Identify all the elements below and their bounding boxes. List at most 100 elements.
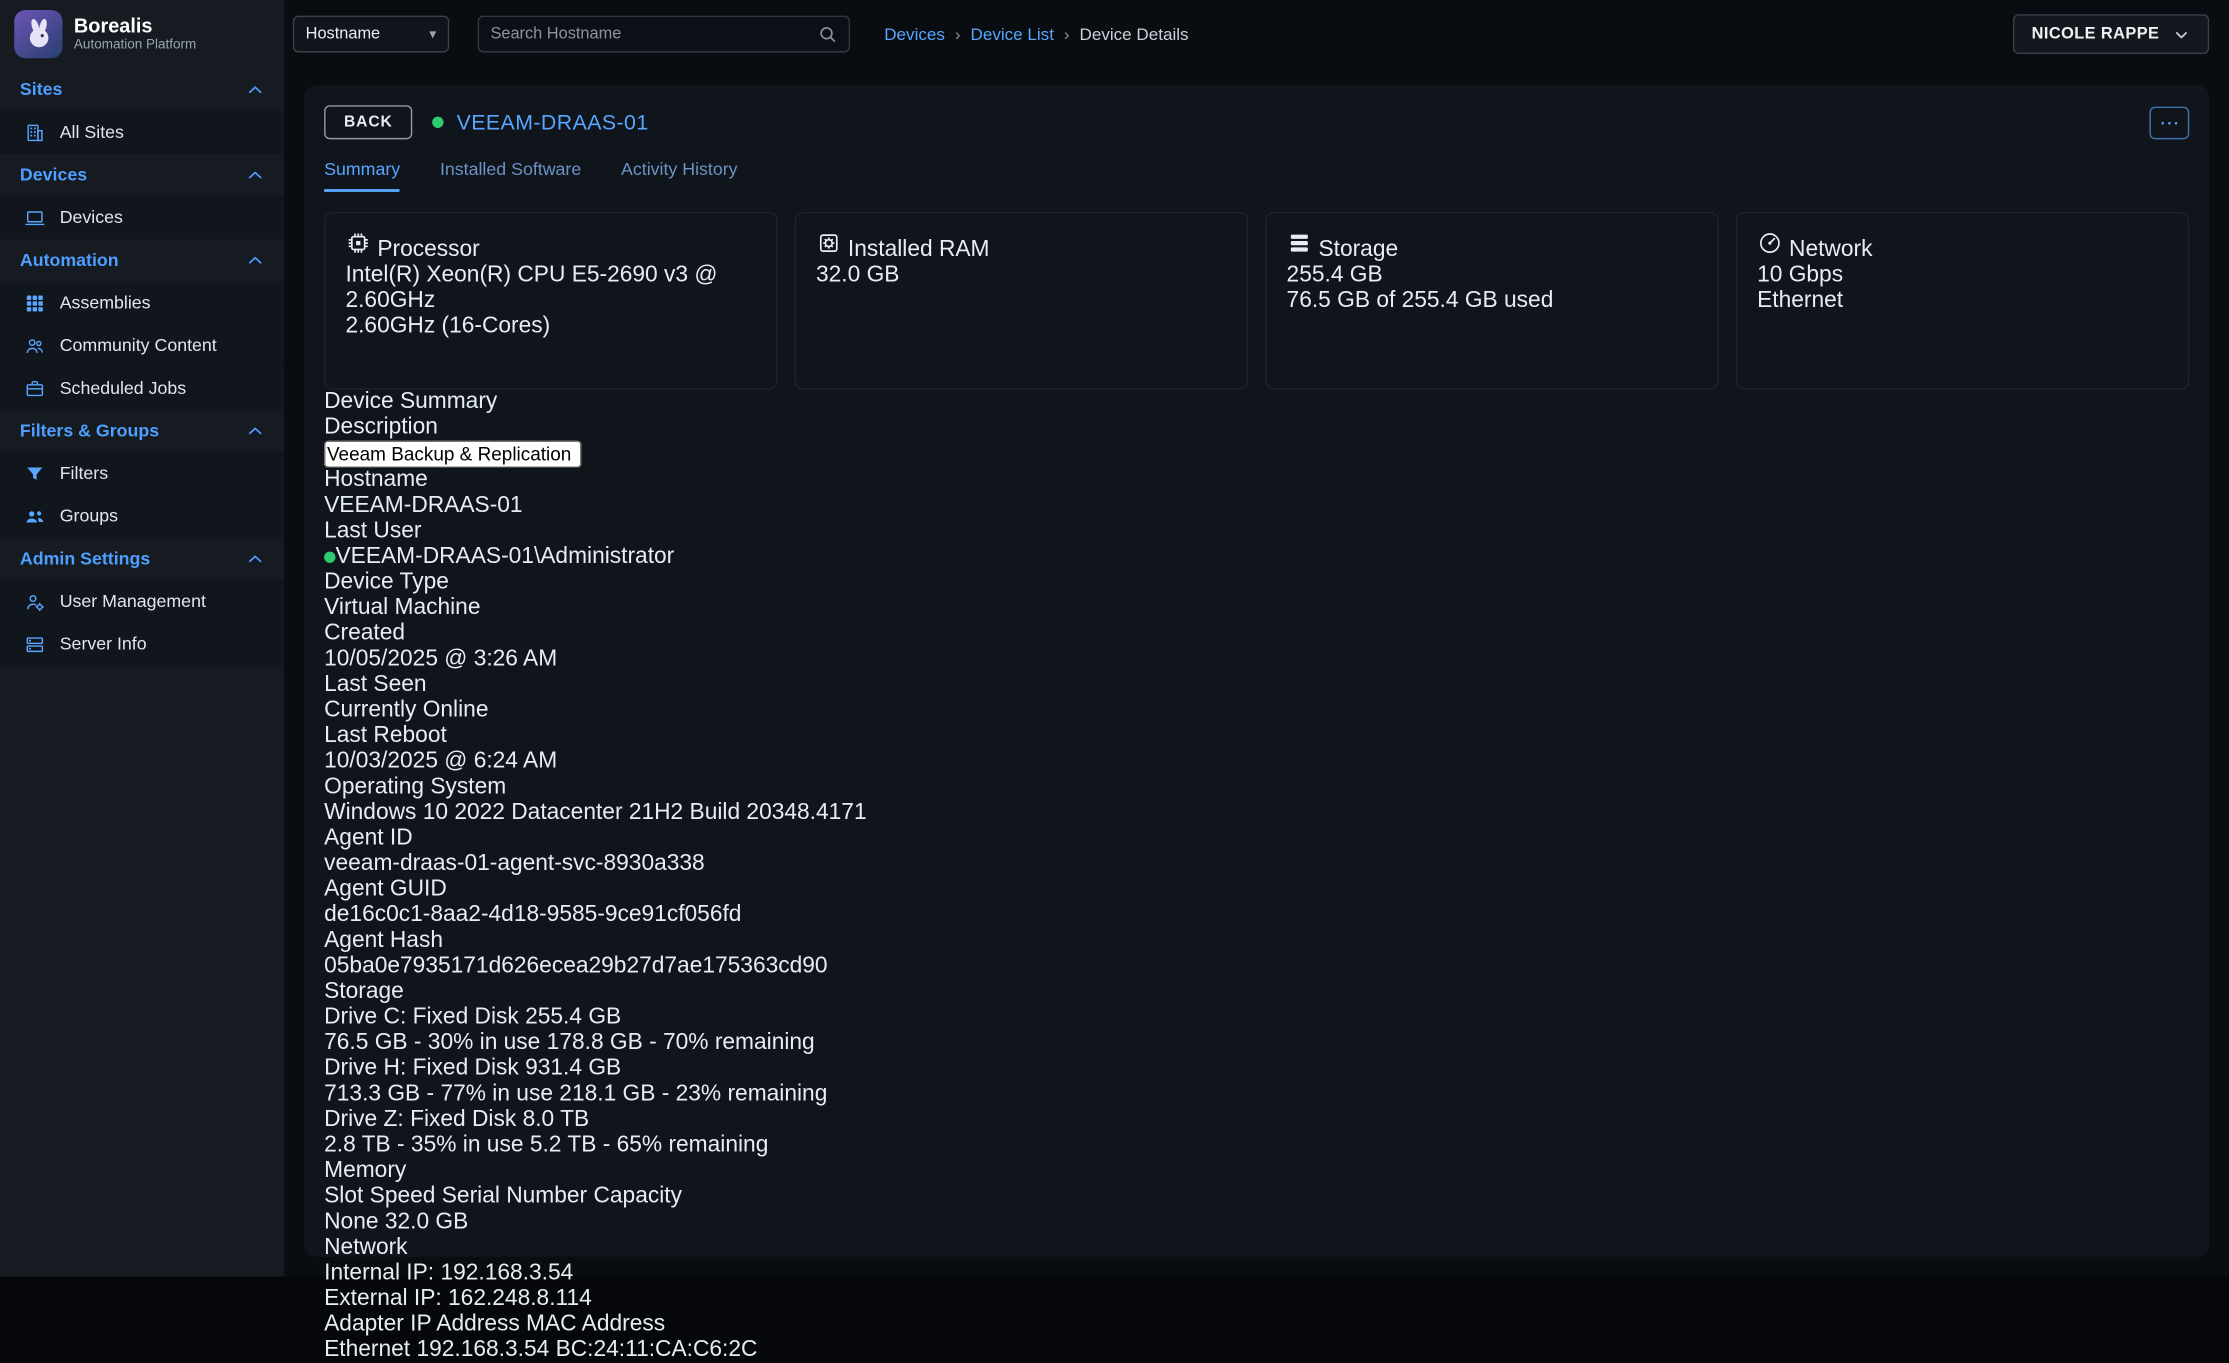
ram-chip-icon	[816, 237, 848, 261]
storage-panel: Storage Drive C: Fixed Disk 255.4 GB 76.…	[324, 979, 2189, 1158]
row-last-reboot: Last Reboot 10/03/2025 @ 6:24 AM	[324, 724, 2189, 775]
funnel-icon	[23, 463, 46, 484]
brand-name: Borealis	[74, 15, 196, 37]
external-ip: External IP: 162.248.8.114	[324, 1287, 2189, 1313]
search-box	[478, 16, 850, 53]
breadcrumb-device-list[interactable]: Device List	[971, 24, 1054, 44]
stat-cards: Processor Intel(R) Xeon(R) CPU E5-2690 v…	[324, 212, 2189, 390]
network-panel-title: Network	[324, 1235, 2189, 1261]
drive-c: Drive C: Fixed Disk 255.4 GB 76.5 GB - 3…	[324, 1005, 2189, 1056]
row-agent-hash: Agent Hash 05ba0e7935171d626ecea29b27d7a…	[324, 928, 2189, 979]
stat-card-storage: Storage 255.4 GB 76.5 GB of 255.4 GB use…	[1265, 212, 1718, 390]
processor-value: Intel(R) Xeon(R) CPU E5-2690 v3 @ 2.60GH…	[345, 263, 756, 314]
server-icon	[23, 633, 46, 654]
more-actions-button[interactable]: ⋯	[2149, 106, 2189, 139]
sidebar-section-devices[interactable]: Devices	[0, 154, 284, 197]
stat-card-processor: Processor Intel(R) Xeon(R) CPU E5-2690 v…	[324, 212, 777, 390]
network-table-header: Adapter IP Address MAC Address	[324, 1312, 2189, 1338]
chevron-up-icon	[246, 251, 264, 269]
row-operating-system: Operating System Windows 10 2022 Datacen…	[324, 775, 2189, 826]
device-details-panel: BACK VEEAM-DRAAS-01 ⋯ Summary Installed …	[304, 85, 2209, 1256]
user-gear-icon	[23, 591, 46, 612]
sidebar-section-automation[interactable]: Automation	[0, 239, 284, 282]
chevron-up-icon	[246, 166, 264, 184]
community-icon	[23, 335, 46, 356]
chevron-down-icon	[2172, 25, 2190, 43]
row-device-type: Device Type Virtual Machine	[324, 570, 2189, 621]
memory-table-header: Slot Speed Serial Number Capacity	[324, 1184, 2189, 1210]
sidebar-section-sites[interactable]: Sites	[0, 68, 284, 111]
breadcrumb: Devices › Device List › Device Details	[884, 24, 1188, 44]
right-column: Memory Slot Speed Serial Number Capacity…	[324, 1159, 2189, 1363]
online-dot	[432, 117, 443, 128]
assemblies-icon	[23, 292, 46, 313]
sidebar-item-devices[interactable]: Devices	[0, 196, 284, 239]
briefcase-icon	[23, 377, 46, 398]
storage-value: 255.4 GB	[1287, 263, 1698, 289]
breadcrumb-devices[interactable]: Devices	[884, 24, 945, 44]
row-last-seen: Last Seen Currently Online	[324, 672, 2189, 723]
memory-table-row: None 32.0 GB	[324, 1210, 2189, 1236]
row-agent-id: Agent ID veeam-draas-01-agent-svc-8930a3…	[324, 826, 2189, 877]
tab-installed-software[interactable]: Installed Software	[440, 159, 581, 192]
sidebar-item-community-content[interactable]: Community Content	[0, 324, 284, 367]
back-button[interactable]: BACK	[324, 105, 412, 139]
drive-z: Drive Z: Fixed Disk 8.0 TB 2.8 TB - 35% …	[324, 1107, 2189, 1158]
network-subtitle: Ethernet	[1757, 289, 2168, 315]
chevron-up-icon	[246, 422, 264, 440]
search-icon[interactable]	[817, 24, 837, 44]
devices-icon	[23, 207, 46, 228]
sidebar-section-filters-groups[interactable]: Filters & Groups	[0, 409, 284, 452]
memory-panel: Memory Slot Speed Serial Number Capacity…	[324, 1159, 2189, 1236]
brand-subtitle: Automation Platform	[74, 37, 196, 53]
network-value: 10 Gbps	[1757, 263, 2168, 289]
device-summary-panel: Device Summary Description Hostname VEEA…	[324, 390, 2189, 980]
sidebar-section-admin-settings[interactable]: Admin Settings	[0, 537, 284, 580]
chevron-up-icon	[246, 549, 264, 567]
brand: Borealis Automation Platform	[0, 0, 284, 68]
description-input[interactable]	[324, 441, 581, 468]
device-summary-title: Device Summary	[324, 390, 2189, 416]
sidebar-item-groups[interactable]: Groups	[0, 495, 284, 538]
sidebar-item-all-sites[interactable]: All Sites	[0, 111, 284, 154]
drive-h: Drive H: Fixed Disk 931.4 GB 713.3 GB - …	[324, 1056, 2189, 1107]
sidebar: Borealis Automation Platform Sites All S…	[0, 0, 284, 1277]
row-agent-guid: Agent GUID de16c0c1-8aa2-4d18-9585-9ce91…	[324, 877, 2189, 928]
row-last-user: Last User VEEAM-DRAAS-01\Administrator	[324, 519, 2189, 570]
breadcrumb-separator: ›	[1064, 24, 1070, 44]
borealis-logo-icon	[14, 10, 62, 58]
sidebar-item-user-management[interactable]: User Management	[0, 580, 284, 623]
tab-summary[interactable]: Summary	[324, 159, 400, 192]
sidebar-item-filters[interactable]: Filters	[0, 452, 284, 495]
network-panel: Network Internal IP: 192.168.3.54 Extern…	[324, 1235, 2189, 1363]
sidebar-item-assemblies[interactable]: Assemblies	[0, 281, 284, 324]
user-menu-button[interactable]: NICOLE RAPPE	[2013, 14, 2209, 54]
main-area: BACK VEEAM-DRAAS-01 ⋯ Summary Installed …	[284, 68, 2229, 1276]
app: Borealis Automation Platform Sites All S…	[0, 0, 2229, 1277]
topbar: Hostname ▾ Devices › Device List › Devic…	[284, 0, 2229, 68]
row-hostname: Hostname VEEAM-DRAAS-01	[324, 468, 2189, 519]
device-name: VEEAM-DRAAS-01	[457, 110, 649, 134]
memory-panel-title: Memory	[324, 1159, 2189, 1185]
groups-icon	[23, 505, 46, 526]
tab-activity-history[interactable]: Activity History	[621, 159, 738, 192]
internal-ip: Internal IP: 192.168.3.54	[324, 1261, 2189, 1287]
stat-card-ram: Installed RAM 32.0 GB	[795, 212, 1248, 390]
search-field-select[interactable]: Hostname ▾	[293, 16, 449, 53]
sidebar-item-scheduled-jobs[interactable]: Scheduled Jobs	[0, 367, 284, 410]
sites-icon	[23, 122, 46, 143]
online-dot	[324, 552, 335, 563]
breadcrumb-separator: ›	[955, 24, 961, 44]
storage-panel-title: Storage	[324, 979, 2189, 1005]
page-title: VEEAM-DRAAS-01	[432, 110, 648, 134]
network-table-row: Ethernet 192.168.3.54 BC:24:11:CA:C6:2C	[324, 1338, 2189, 1363]
storage-stack-icon	[1287, 237, 1319, 261]
cpu-icon	[345, 237, 377, 261]
stat-card-network: Network 10 Gbps Ethernet	[1736, 212, 2189, 390]
row-created: Created 10/05/2025 @ 3:26 AM	[324, 621, 2189, 672]
ram-value: 32.0 GB	[816, 263, 1227, 289]
sidebar-item-server-info[interactable]: Server Info	[0, 623, 284, 666]
search-input[interactable]	[490, 26, 817, 43]
chevron-up-icon	[246, 80, 264, 98]
tab-bar: Summary Installed Software Activity Hist…	[324, 159, 2189, 192]
